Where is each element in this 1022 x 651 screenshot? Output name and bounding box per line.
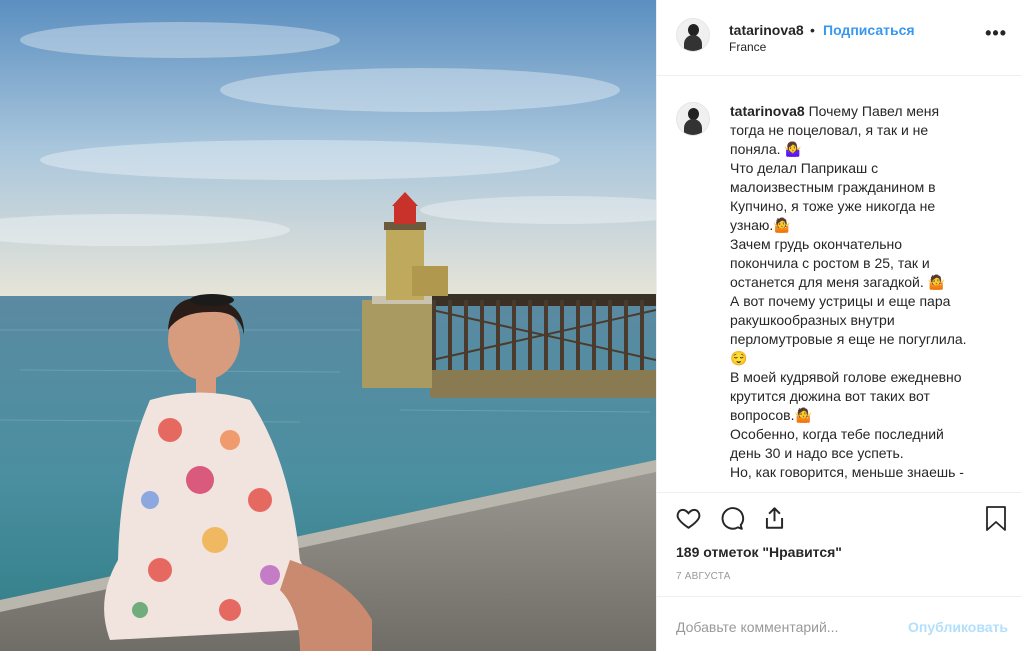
heart-icon[interactable] bbox=[675, 505, 702, 536]
caption-line: В моей кудрявой голове ежедневно bbox=[730, 369, 962, 385]
caption-avatar[interactable] bbox=[676, 102, 710, 136]
caption-line: узнаю.🤷 bbox=[730, 217, 791, 233]
post-sidebar: tatarinova8 • Подписаться France ••• tat… bbox=[656, 0, 1022, 651]
caption-line: день 30 и надо все успеть. bbox=[730, 445, 904, 461]
post-header: tatarinova8 • Подписаться France ••• bbox=[657, 0, 1022, 76]
caption-text: tatarinova8 Почему Павел меня тогда не п… bbox=[730, 102, 995, 482]
share-icon[interactable] bbox=[761, 505, 788, 536]
caption-line: А вот почему устрицы и еще пара bbox=[730, 293, 951, 309]
photo-image bbox=[0, 0, 656, 651]
bookmark-icon[interactable] bbox=[984, 505, 1008, 537]
likes-count[interactable]: 189 отметок "Нравится" bbox=[676, 544, 842, 560]
publish-button[interactable]: Опубликовать bbox=[908, 619, 1008, 635]
caption-line: Особенно, когда тебе последний bbox=[730, 426, 944, 442]
comment-input[interactable]: Добавьте комментарий... bbox=[676, 619, 876, 635]
post-date[interactable]: 7 АВГУСТА bbox=[676, 571, 731, 582]
caption-line: ракушкообразных внутри bbox=[730, 312, 895, 328]
caption-line: покончила с ростом в 25, так и bbox=[730, 255, 930, 271]
caption-line: крутится дюжина вот таких вот bbox=[730, 388, 930, 404]
comment-icon[interactable] bbox=[718, 505, 745, 536]
separator-dot: • bbox=[810, 22, 815, 38]
comments-section[interactable]: tatarinova8 Почему Павел меня тогда не п… bbox=[657, 76, 1022, 492]
action-bar bbox=[657, 492, 1022, 544]
caption-line: Зачем грудь окончательно bbox=[730, 236, 903, 252]
caption-line: Почему Павел меня bbox=[808, 103, 940, 119]
post-photo[interactable] bbox=[0, 0, 656, 651]
caption-line: 😌 bbox=[730, 350, 748, 366]
caption-line: перломутровые я еще не погуглила. bbox=[730, 331, 967, 347]
avatar[interactable] bbox=[676, 18, 710, 52]
add-comment-bar: Добавьте комментарий... Опубликовать bbox=[657, 596, 1022, 651]
caption-line: тогда не поцеловал, я так и не bbox=[730, 122, 929, 138]
caption-line: вопросов.🤷 bbox=[730, 407, 812, 423]
location-link[interactable]: France bbox=[729, 40, 766, 54]
caption-line: Что делал Паприкаш с bbox=[730, 160, 879, 176]
follow-button[interactable]: Подписаться bbox=[823, 22, 915, 38]
caption-line: Купчино, я тоже уже никогда не bbox=[730, 198, 936, 214]
caption-line: малоизвестным гражданином в bbox=[730, 179, 936, 195]
username-link[interactable]: tatarinova8 bbox=[729, 22, 804, 38]
caption-username[interactable]: tatarinova8 bbox=[730, 103, 805, 119]
more-options-icon[interactable]: ••• bbox=[985, 24, 1007, 42]
caption-line: Но, как говорится, меньше знаешь - bbox=[730, 464, 964, 480]
caption-line: останется для меня загадкой. 🤷 bbox=[730, 274, 946, 290]
caption-line: поняла. 🤷‍♀️ bbox=[730, 141, 802, 157]
